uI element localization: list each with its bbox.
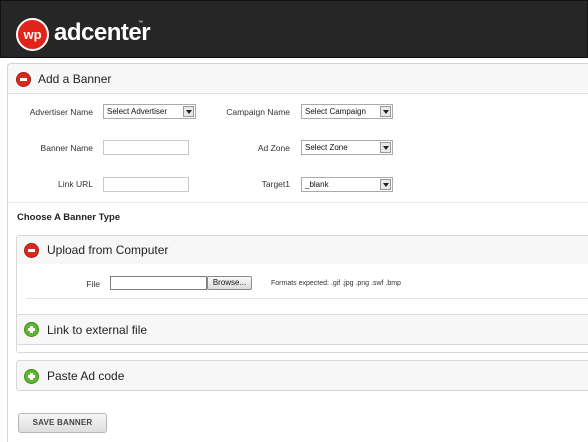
chevron-down-icon xyxy=(380,106,391,117)
chevron-down-icon xyxy=(380,179,391,190)
collapse-upload-icon[interactable] xyxy=(24,243,39,258)
link-url-input[interactable] xyxy=(103,177,189,192)
advertiser-select[interactable]: Select Advertiser xyxy=(103,104,196,119)
chevron-down-icon xyxy=(183,106,194,117)
expand-link-external-icon[interactable] xyxy=(24,322,39,337)
advertiser-select-value: Select Advertiser xyxy=(107,107,168,116)
file-label: File xyxy=(86,279,100,289)
browse-button[interactable]: Browse... xyxy=(207,276,252,290)
advertiser-name-label: Advertiser Name xyxy=(29,107,93,117)
wp-logo-icon: wp xyxy=(16,18,49,51)
banner-name-input[interactable] xyxy=(103,140,189,155)
link-url-label: Link URL xyxy=(58,179,93,189)
save-banner-button[interactable]: SAVE BANNER xyxy=(18,413,107,433)
collapse-add-banner-icon[interactable] xyxy=(16,72,31,87)
ad-zone-select-value: Select Zone xyxy=(305,143,348,152)
add-banner-title: Add a Banner xyxy=(38,72,112,86)
brand-name: adcenter xyxy=(54,19,151,46)
target-label: Target1 xyxy=(261,179,290,189)
expand-paste-code-icon[interactable] xyxy=(24,369,39,384)
campaign-name-label: Campaign Name xyxy=(226,107,290,117)
formats-hint: Formats expected: .gif .jpg .png .swf .b… xyxy=(271,280,401,287)
paste-code-title: Paste Ad code xyxy=(47,369,125,383)
banner-name-label: Banner Name xyxy=(40,143,93,153)
link-external-title: Link to external file xyxy=(47,323,148,337)
target-select[interactable]: _blank xyxy=(301,177,393,192)
app-header: wp adcenter ™ xyxy=(0,0,588,58)
ad-zone-label: Ad Zone xyxy=(257,143,290,153)
chevron-down-icon xyxy=(380,142,391,153)
divider xyxy=(8,202,588,203)
campaign-select-value: Select Campaign xyxy=(305,107,366,116)
brand-trademark: ™ xyxy=(138,20,143,26)
banner-type-heading: Choose A Banner Type xyxy=(17,212,121,223)
divider xyxy=(26,298,588,299)
file-path-input[interactable] xyxy=(110,276,207,290)
target-select-value: _blank xyxy=(305,180,329,189)
upload-section-title: Upload from Computer xyxy=(47,243,169,257)
campaign-select[interactable]: Select Campaign xyxy=(301,104,393,119)
ad-zone-select[interactable]: Select Zone xyxy=(301,140,393,155)
